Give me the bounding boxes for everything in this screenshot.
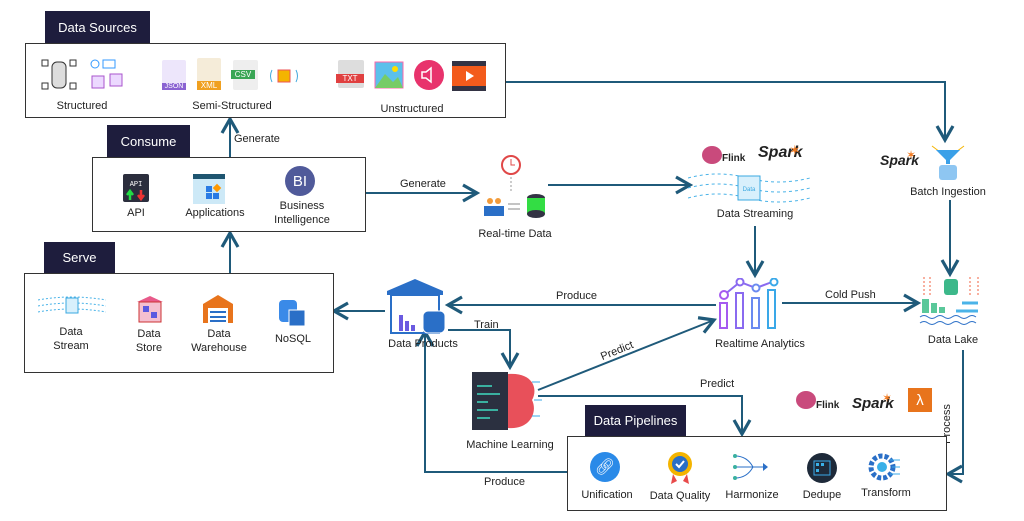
- edge-label-produce-bottom: Produce: [484, 476, 525, 488]
- edge-label-cold-push: Cold Push: [825, 289, 876, 301]
- svg-text:Data: Data: [743, 187, 756, 193]
- unstructured-label: Unstructured: [380, 103, 444, 115]
- edge-label-generate-right: Generate: [400, 178, 446, 190]
- transform-label: Transform: [861, 487, 911, 499]
- realtime-analytics-label: Realtime Analytics: [715, 338, 805, 350]
- api-icon: API: [123, 174, 149, 202]
- flink-logo-text: Flink: [816, 400, 840, 411]
- data-warehouse-label: Data Warehouse: [191, 328, 247, 354]
- serve-tab: Serve: [44, 242, 115, 273]
- transform-gear-icon: [868, 453, 900, 481]
- edge-label-predict-down: Predict: [700, 378, 735, 390]
- data-pipelines-tab: Data Pipelines: [585, 405, 686, 436]
- dedupe-icon: [807, 453, 837, 483]
- image-icon: [374, 61, 404, 89]
- data-streaming-icon: Data: [688, 173, 810, 203]
- nosql-icon: [279, 300, 306, 327]
- structured-data-icon: [41, 59, 123, 90]
- unification-link-icon: 🔗︎: [590, 452, 620, 482]
- machine-learning-label: Machine Learning: [466, 439, 554, 451]
- bi-icon: BI: [285, 166, 315, 196]
- applications-icon: [193, 174, 225, 204]
- realtime-analytics-icon: [719, 278, 779, 329]
- realtime-data-label: Real-time Data: [478, 228, 552, 240]
- xml-file-icon: XML: [197, 58, 221, 90]
- data-stream-icon: [38, 296, 106, 314]
- video-icon: [452, 61, 486, 91]
- data-warehouse-icon: [203, 295, 233, 323]
- csv-file-icon: CSV: [231, 60, 258, 90]
- data-products-icon: [387, 279, 446, 334]
- batch-ingestion-icon: [931, 145, 965, 180]
- iot-chip-icon: [270, 69, 298, 83]
- arrow-ml-to-analytics: [537, 316, 717, 391]
- audio-icon: [414, 60, 444, 90]
- spark-star-icon: ✶: [789, 142, 801, 158]
- dedupe-label: Dedupe: [802, 489, 842, 501]
- harmonize-label: Harmonize: [725, 489, 779, 501]
- aws-lambda-icon: λ: [908, 388, 932, 412]
- data-streaming-label: Data Streaming: [716, 208, 794, 220]
- data-lake-label: Data Lake: [927, 334, 979, 346]
- flink-logo-icon: [796, 391, 816, 409]
- data-products-label: Data Products: [388, 338, 458, 350]
- data-store-icon: [137, 296, 163, 323]
- spark-star-icon: ✶: [906, 148, 917, 162]
- nosql-label: NoSQL: [274, 333, 312, 345]
- svg-text:API: API: [130, 181, 143, 189]
- data-sources-tab: Data Sources: [45, 11, 150, 43]
- semi-structured-label: Semi-Structured: [192, 100, 272, 112]
- data-quality-label: Data Quality: [649, 490, 711, 502]
- data-store-label: Data Store: [135, 328, 163, 354]
- applications-label: Applications: [185, 207, 245, 219]
- json-file-icon: JSON: [162, 60, 186, 90]
- data-stream-label: Data Stream: [53, 326, 89, 352]
- machine-learning-icon: [472, 372, 542, 430]
- harmonize-icon: [733, 454, 768, 480]
- spark-star-icon: ✶: [882, 391, 893, 405]
- consume-tab: Consume: [107, 125, 190, 157]
- batch-ingestion-label: Batch Ingestion: [910, 186, 986, 198]
- txt-file-icon: TXT: [336, 60, 364, 88]
- realtime-data-icon: [484, 155, 545, 218]
- data-lake-icon: [919, 277, 979, 325]
- edge-label-generate-up: Generate: [234, 133, 280, 145]
- arrow-sources-to-batch: [505, 81, 955, 144]
- edge-label-produce-top: Produce: [556, 290, 597, 302]
- data-quality-icon: [668, 452, 692, 484]
- api-label: API: [127, 207, 145, 219]
- flink-logo-text: Flink: [722, 153, 746, 164]
- structured-label: Structured: [56, 100, 108, 112]
- bi-label: Business Intelligence: [274, 200, 330, 226]
- unification-label: Unification: [581, 489, 633, 501]
- edge-label-train: Train: [474, 319, 499, 331]
